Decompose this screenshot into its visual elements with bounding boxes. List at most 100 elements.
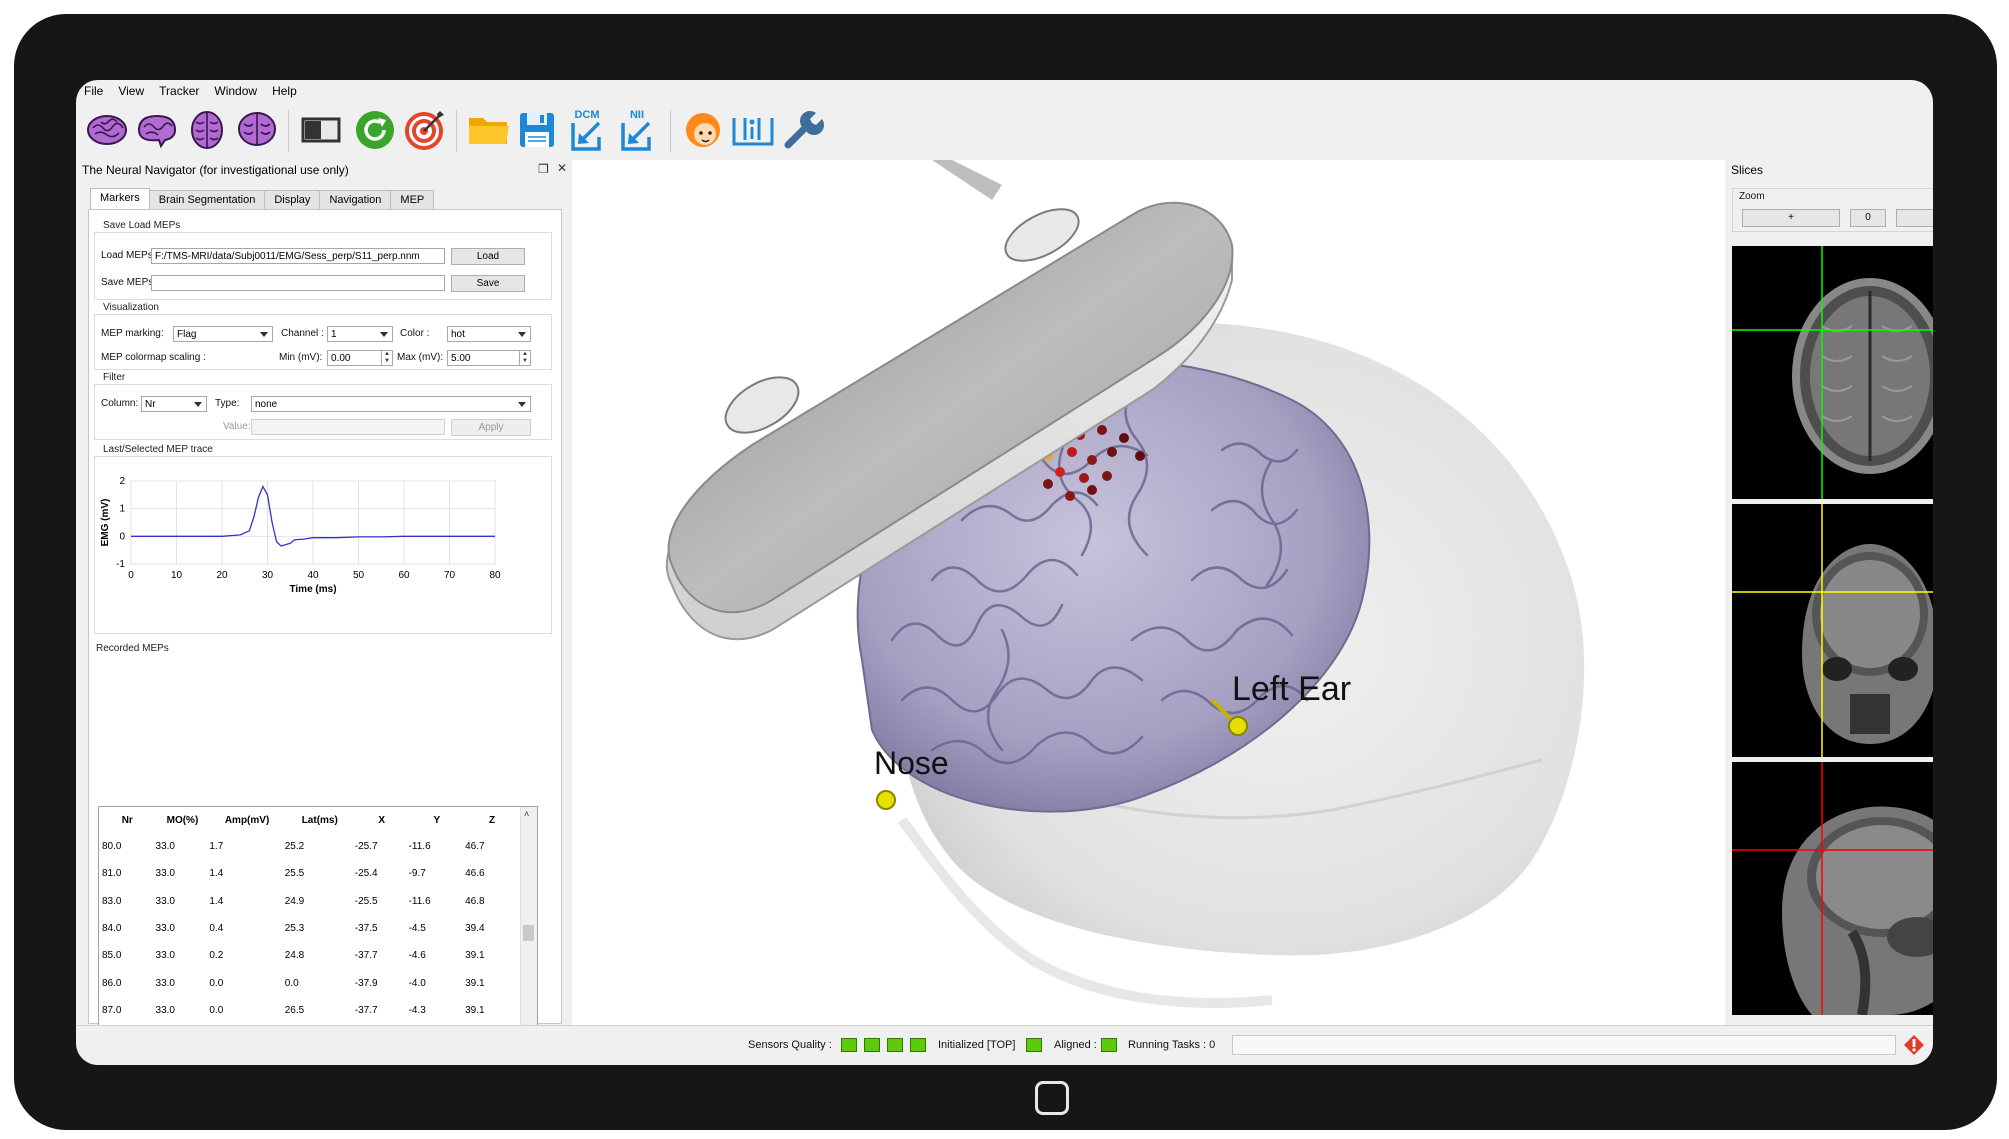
table-cell: -4.5 (408, 923, 426, 935)
sensor-indicators (841, 1038, 933, 1052)
mep-trace-group: Last/Selected MEP trace 0 10 20 30 40 50 60 70 8… (94, 444, 552, 634)
mep-marking-label: MEP marking: (101, 328, 164, 339)
table-row[interactable]: 81.0 33.0 1.4 25.5 -25.4 -9.7 46.6 (99, 860, 519, 887)
tab-display[interactable]: Display (264, 190, 321, 210)
channel-value: 1 (331, 329, 337, 340)
max-mv-spinbox[interactable]: 5.00 ▲ ▼ (447, 350, 531, 366)
markers-tab-content: Save Load MEPs Load MEPs : F:/TMS-MRI/da… (88, 209, 562, 1065)
brain-side-icon[interactable] (134, 107, 180, 153)
target-icon[interactable] (402, 107, 448, 153)
x-tick-label: 10 (171, 570, 183, 581)
channel-select[interactable]: 1 (327, 326, 393, 342)
table-cell: 1.4 (209, 868, 224, 880)
table-row[interactable]: 85.0 33.0 0.2 24.8 -37.7 -4.6 39.1 (99, 942, 519, 969)
zoom-label: Zoom (1739, 191, 1765, 202)
table-row[interactable]: 80.0 33.0 1.7 25.2 -25.7 -11.6 46.7 (99, 833, 519, 860)
3d-viewport[interactable]: Left Ear Nose (572, 160, 1725, 1025)
menu-view[interactable]: View (118, 84, 144, 98)
calibration-icon[interactable] (730, 107, 776, 153)
load-button[interactable]: Load (451, 248, 525, 265)
save-icon[interactable] (514, 107, 560, 153)
toolbar: DCM NII (76, 102, 1933, 160)
tab-bar: Markers Brain Segmentation Display Navig… (90, 188, 435, 212)
table-cell: 33.0 (155, 868, 175, 880)
slices-dock-panel: Slices ❐ ✕ Zoom + 0 - (1725, 160, 1933, 1025)
save-meps-path-input[interactable] (151, 275, 445, 291)
table-cell: 33.0 (155, 977, 175, 989)
column-header[interactable]: X (355, 807, 409, 833)
zoom-in-button[interactable]: + (1742, 209, 1840, 227)
visualization-title: Visualization (101, 302, 161, 313)
coronal-slice-view[interactable] (1732, 504, 1933, 757)
column-header[interactable]: Z (465, 807, 519, 833)
home-button[interactable] (1035, 1081, 1069, 1115)
save-button[interactable]: Save (451, 275, 525, 292)
load-meps-path-input[interactable]: F:/TMS-MRI/data/Subj0011/EMG/Sess_perp/S… (151, 248, 445, 264)
table-row[interactable]: 84.0 33.0 0.4 25.3 -37.5 -4.5 39.4 (99, 915, 519, 942)
axial-slice-view[interactable] (1732, 246, 1933, 499)
table-cell: 33.0 (155, 950, 175, 962)
column-header[interactable]: Nr (99, 807, 156, 833)
warning-icon[interactable] (1903, 1034, 1925, 1056)
menu-help[interactable]: Help (272, 84, 297, 98)
spinner-arrows-icon[interactable]: ▲ ▼ (519, 351, 530, 365)
scroll-up-icon[interactable]: ˄ (524, 809, 529, 819)
menu-file[interactable]: File (84, 84, 103, 98)
save-load-title: Save Load MEPs (101, 220, 183, 231)
brain-top-icon[interactable] (184, 107, 230, 153)
brain-front-icon[interactable] (234, 107, 280, 153)
menu-tracker[interactable]: Tracker (159, 84, 199, 98)
zoom-value: 0 (1850, 209, 1886, 227)
wrench-icon[interactable] (780, 107, 826, 153)
x-tick-label: 70 (444, 570, 456, 581)
folder-open-icon[interactable] (466, 107, 512, 153)
app-window: File View Tracker Window Help DCM NII Th… (76, 80, 1933, 1065)
nifti-import-icon[interactable]: NII (614, 107, 660, 153)
table-cell: 33.0 (155, 841, 175, 853)
filter-value-input[interactable] (251, 419, 445, 435)
brain-lateral-icon[interactable] (84, 107, 130, 153)
dicom-import-icon[interactable]: DCM (564, 107, 610, 153)
filter-group: Filter Column: Nr Type: none Value: Appl… (94, 372, 552, 440)
table-cell: -25.7 (354, 841, 378, 853)
table-cell: -37.7 (354, 1004, 378, 1016)
color-select[interactable]: hot (447, 326, 531, 342)
mep-marking-value: Flag (177, 329, 197, 340)
scrollbar-thumb[interactable] (523, 925, 534, 941)
zoom-out-button[interactable]: - (1896, 209, 1933, 227)
tab-mep[interactable]: MEP (390, 190, 435, 210)
type-select[interactable]: none (251, 396, 531, 412)
nifti-label: NII (630, 109, 644, 121)
column-select[interactable]: Nr (141, 396, 207, 412)
mep-marking-select[interactable]: Flag (173, 326, 273, 342)
left-ear-label: Left Ear (1232, 670, 1351, 708)
column-header[interactable]: MO(%) (156, 807, 210, 833)
column-header[interactable]: Amp(mV) (209, 807, 284, 833)
apply-button[interactable]: Apply (451, 419, 531, 436)
tab-navigation[interactable]: Navigation (319, 190, 392, 210)
close-icon[interactable]: ✕ (557, 161, 567, 175)
left-panel-title: The Neural Navigator (for investigationa… (82, 163, 349, 177)
menu-window[interactable]: Window (214, 84, 257, 98)
column-header[interactable]: Lat(ms) (285, 807, 355, 833)
table-row[interactable]: 86.0 33.0 0.0 0.0 -37.9 -4.0 39.1 (99, 969, 519, 996)
max-mv-value: 5.00 (451, 353, 471, 364)
table-row[interactable]: 83.0 33.0 1.4 24.9 -25.5 -11.6 46.8 (99, 888, 519, 915)
min-mv-spinbox[interactable]: 0.00 ▲ ▼ (327, 350, 393, 366)
undock-icon[interactable]: ❐ (538, 162, 549, 176)
x-tick-label: 60 (398, 570, 410, 581)
table-cell: 46.8 (465, 895, 485, 907)
tab-brain-segmentation[interactable]: Brain Segmentation (148, 190, 266, 210)
running-tasks-label: Running Tasks : 0 (1128, 1039, 1216, 1051)
column-header[interactable]: Y (409, 807, 466, 833)
sagittal-slice-view[interactable] (1732, 762, 1933, 1015)
screen-toggle-icon[interactable] (298, 107, 344, 153)
refresh-icon[interactable] (352, 107, 398, 153)
spinner-arrows-icon[interactable]: ▲ ▼ (381, 351, 392, 365)
aligned-label: Aligned : (1054, 1039, 1097, 1051)
table-row[interactable]: 87.0 33.0 0.0 26.5 -37.7 -4.3 39.1 (99, 997, 519, 1024)
x-tick-label: 80 (489, 570, 501, 581)
table-cell: 39.1 (465, 977, 485, 989)
x-tick-label: 50 (353, 570, 365, 581)
head-model-icon[interactable] (680, 107, 726, 153)
